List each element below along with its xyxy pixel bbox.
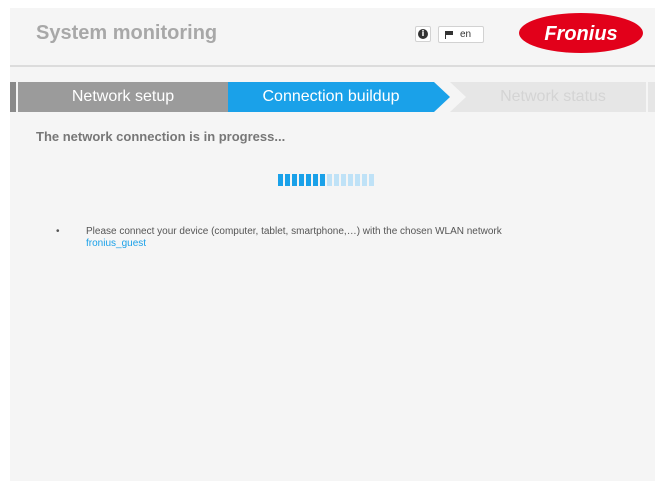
wizard-stepper: Network setup Connection buildup Network… <box>10 82 655 112</box>
language-label: en <box>460 29 472 40</box>
info-button[interactable]: i <box>415 26 431 42</box>
instruction-text: Please connect your device (computer, ta… <box>86 226 502 237</box>
progress-segment <box>285 174 290 186</box>
progress-segment <box>327 174 332 186</box>
progress-segment <box>292 174 297 186</box>
progress-segment <box>306 174 311 186</box>
network-name-link[interactable]: fronius_guest <box>86 238 146 249</box>
stepper-left-edge <box>10 82 18 112</box>
progress-segment <box>313 174 318 186</box>
progress-segment <box>334 174 339 186</box>
stepper-right-edge <box>648 82 655 112</box>
header: System monitoring i en Fronius <box>10 8 655 67</box>
step-label: Network setup <box>71 88 175 105</box>
bullet: • <box>56 226 60 237</box>
progress-segment <box>341 174 346 186</box>
step-network-setup[interactable]: Network setup <box>18 82 228 112</box>
app-window: System monitoring i en Fronius Network s… <box>10 8 655 481</box>
info-icon: i <box>418 29 428 39</box>
status-heading: The network connection is in progress... <box>36 129 286 144</box>
progress-segment <box>299 174 304 186</box>
step-label: Network status <box>500 88 606 105</box>
flag-icon <box>445 30 454 39</box>
progress-indicator <box>278 174 374 186</box>
step-connection-buildup[interactable]: Connection buildup <box>228 82 450 112</box>
step-label: Connection buildup <box>262 88 400 105</box>
progress-segment <box>355 174 360 186</box>
progress-segment <box>278 174 283 186</box>
progress-segment <box>348 174 353 186</box>
step-network-status[interactable]: Network status <box>450 82 646 112</box>
fronius-logo: Fronius <box>519 13 643 53</box>
page-title: System monitoring <box>36 22 218 44</box>
progress-segment <box>320 174 325 186</box>
progress-segment <box>369 174 374 186</box>
language-selector[interactable]: en <box>438 26 484 43</box>
logo-text: Fronius <box>544 23 617 45</box>
progress-segment <box>362 174 367 186</box>
instruction-item: Please connect your device (computer, ta… <box>86 226 526 250</box>
